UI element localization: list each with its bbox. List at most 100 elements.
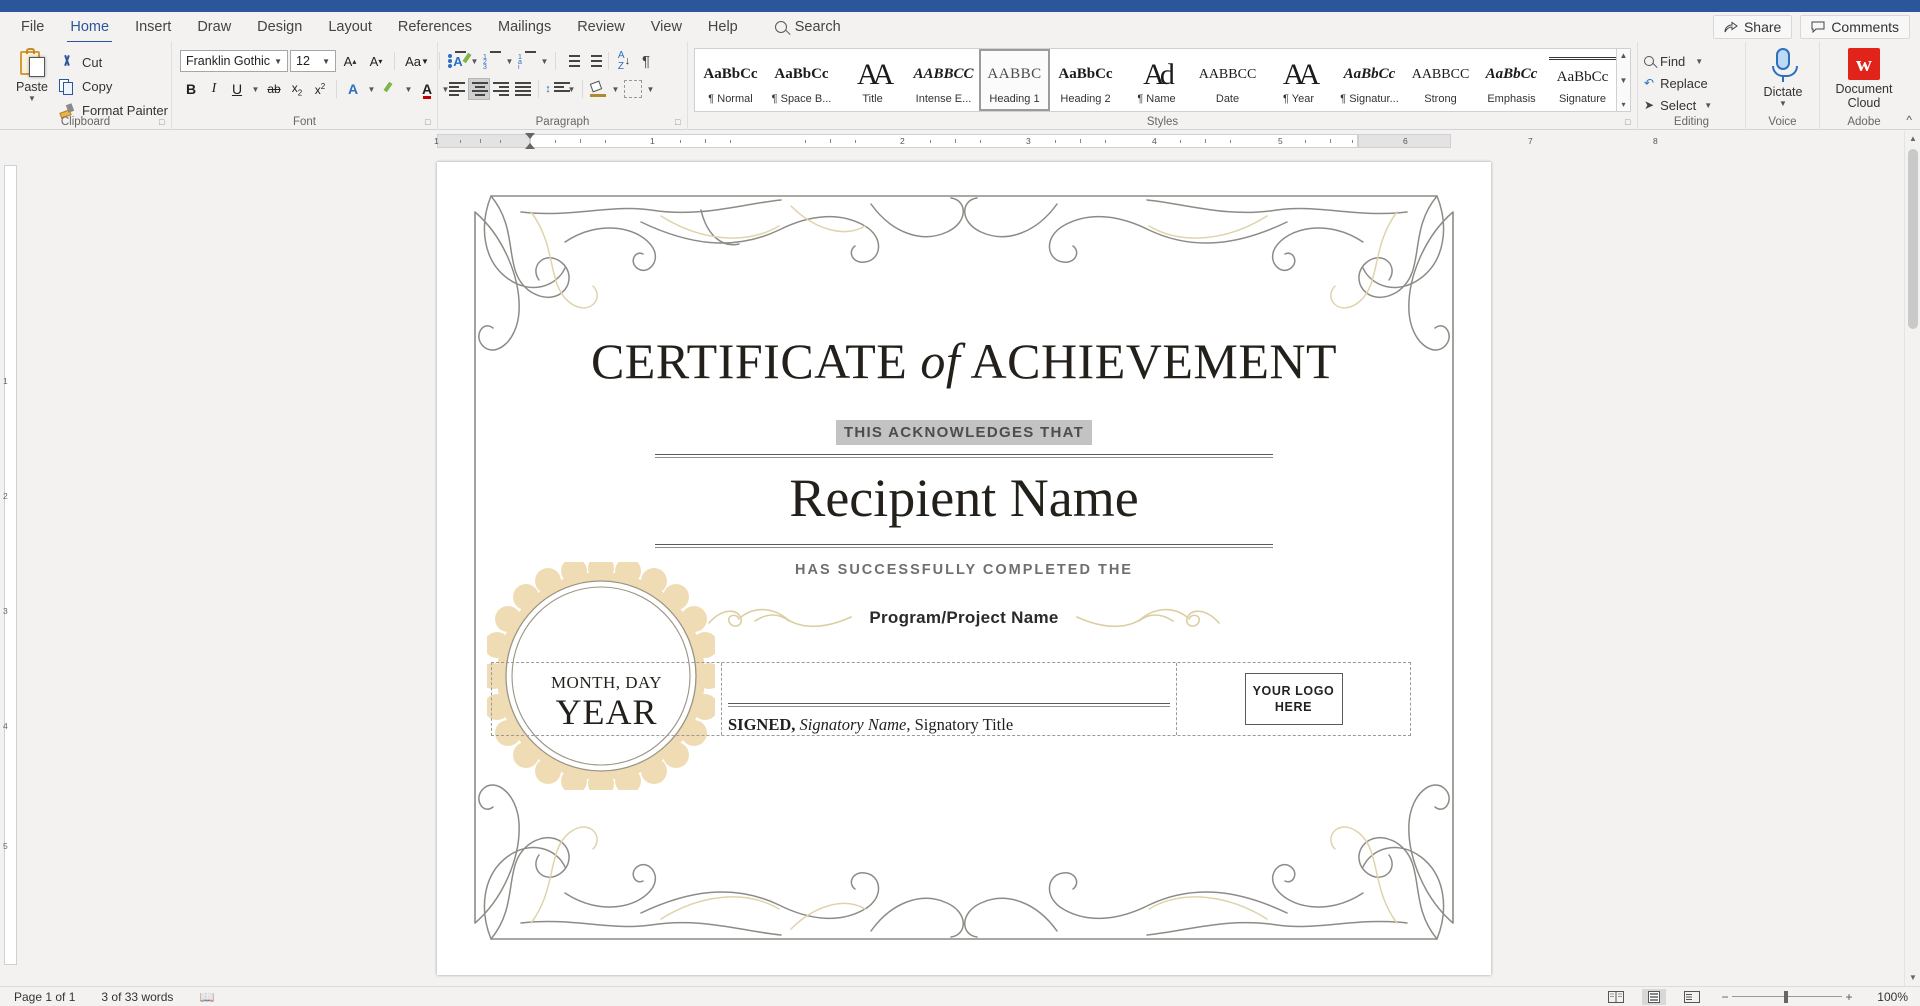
table-cell-date[interactable]: MONTH, DAY YEAR [492, 663, 722, 735]
more-styles-icon[interactable]: ▾ [1621, 100, 1625, 109]
date-month-day[interactable]: MONTH, DAY [492, 673, 721, 693]
style-item-name[interactable]: Ad ¶ Name [1121, 49, 1192, 111]
font-name-combo[interactable]: Franklin Gothic I ▼ [180, 50, 288, 72]
tab-draw[interactable]: Draw [184, 14, 244, 40]
font-color-button[interactable]: A [416, 78, 438, 100]
zoom-out-button[interactable]: − [1718, 990, 1732, 1004]
styles-gallery[interactable]: AaBbCc ¶ Normal AaBbCc ¶ Space B... AA T… [694, 48, 1619, 112]
style-item-signature[interactable]: AaBbCc Signature [1547, 49, 1618, 111]
styles-gallery-scrollbar[interactable]: ▲ ▼ ▾ [1616, 48, 1631, 112]
scroll-down-icon[interactable]: ▼ [1905, 970, 1920, 986]
style-item-date[interactable]: AABBCC Date [1192, 49, 1263, 111]
numbering-dropdown[interactable]: ▼ [503, 50, 516, 72]
chevron-down-icon[interactable]: ▼ [1620, 76, 1628, 85]
numbering-icon[interactable]: 123 [481, 51, 503, 71]
subscript-button[interactable]: x2 [286, 78, 308, 100]
justify-button[interactable] [512, 78, 534, 100]
style-item-space-before[interactable]: AaBbCc ¶ Space B... [766, 49, 837, 111]
style-item-emphasis[interactable]: AaBbCc Emphasis [1476, 49, 1547, 111]
font-dialog-launcher[interactable]: □ [425, 118, 434, 127]
grow-font-button[interactable]: A▴ [338, 50, 362, 72]
select-button[interactable]: ➤ Select ▼ [1638, 94, 1745, 116]
tab-view[interactable]: View [638, 14, 695, 40]
table-cell-logo[interactable]: YOUR LOGO HERE [1177, 663, 1410, 735]
highlight-button[interactable] [379, 78, 401, 100]
shrink-font-button[interactable]: A▾ [364, 50, 388, 72]
program-project-name[interactable]: Program/Project Name [869, 608, 1058, 628]
decrease-indent-icon[interactable] [560, 51, 582, 71]
cut-button[interactable]: Cut [56, 50, 168, 74]
multilevel-dropdown[interactable]: ▼ [538, 50, 551, 72]
find-button[interactable]: Find ▼ [1638, 50, 1745, 72]
view-read-mode-button[interactable] [1604, 989, 1628, 1005]
line-spacing-button[interactable]: ↕ [543, 78, 565, 100]
style-item-heading-2[interactable]: AaBbCc Heading 2 [1050, 49, 1121, 111]
page-indicator[interactable]: Page 1 of 1 [14, 990, 75, 1004]
style-item-normal[interactable]: AaBbCc ¶ Normal [695, 49, 766, 111]
dictate-button[interactable]: Dictate ▼ [1746, 48, 1820, 108]
collapse-ribbon-button[interactable]: ^ [1906, 113, 1912, 127]
zoom-thumb[interactable] [1784, 991, 1788, 1003]
horizontal-ruler[interactable]: 1 1 2 3 4 5 6 7 8 [0, 131, 1920, 151]
style-item-heading-1[interactable]: AABBC Heading 1 [979, 49, 1050, 111]
style-item-title[interactable]: AA Title [837, 49, 908, 111]
document-page[interactable]: CERTIFICATE of ACHIEVEMENT THIS ACKNOWLE… [437, 162, 1491, 975]
scrollbar-thumb[interactable] [1908, 149, 1918, 329]
document-cloud-button[interactable]: w Document Cloud [1820, 48, 1908, 110]
bullets-dropdown[interactable]: ▼ [468, 50, 481, 72]
copy-button[interactable]: Copy [56, 74, 168, 98]
clipboard-dialog-launcher[interactable]: □ [159, 118, 168, 127]
underline-dropdown[interactable]: ▼ [249, 78, 262, 100]
align-left-button[interactable] [446, 78, 468, 100]
paste-button[interactable]: Paste ▼ [8, 48, 56, 103]
bullets-icon[interactable] [446, 51, 468, 71]
chevron-down-icon[interactable]: ▼ [1704, 102, 1712, 110]
date-block[interactable]: MONTH, DAY YEAR [492, 673, 721, 731]
tab-insert[interactable]: Insert [122, 14, 184, 40]
word-count[interactable]: 3 of 33 words [101, 990, 173, 1004]
align-right-button[interactable] [490, 78, 512, 100]
tab-design[interactable]: Design [244, 14, 315, 40]
bold-button[interactable]: B [180, 78, 202, 100]
tab-references[interactable]: References [385, 14, 485, 40]
zoom-track[interactable] [1732, 996, 1842, 998]
show-formatting-marks-icon[interactable]: ¶ [635, 50, 657, 72]
search-box[interactable]: Search [775, 19, 841, 35]
chevron-up-icon[interactable]: ▲ [1620, 51, 1628, 60]
style-item-signature-block[interactable]: AaBbCc ¶ Signatur... [1334, 49, 1405, 111]
replace-button[interactable]: ↶ Replace [1638, 72, 1745, 94]
strikethrough-button[interactable]: ab [263, 78, 285, 100]
chevron-down-icon[interactable]: ▼ [271, 57, 285, 66]
align-center-button[interactable] [468, 78, 490, 100]
superscript-button[interactable]: x2 [309, 78, 331, 100]
styles-dialog-launcher[interactable]: □ [1625, 118, 1634, 127]
style-item-year[interactable]: AA ¶ Year [1263, 49, 1334, 111]
zoom-level[interactable]: 100% [1870, 990, 1908, 1004]
tab-mailings[interactable]: Mailings [485, 14, 564, 40]
italic-button[interactable]: I [203, 78, 225, 100]
table-cell-signature[interactable]: SIGNED, Signatory Name, Signatory Title [722, 663, 1177, 735]
tab-help[interactable]: Help [695, 14, 751, 40]
font-size-combo[interactable]: 12 ▼ [290, 50, 336, 72]
style-item-strong[interactable]: AABBCC Strong [1405, 49, 1476, 111]
multilevel-list-icon[interactable]: 1ai [516, 51, 538, 71]
paragraph-dialog-launcher[interactable]: □ [675, 118, 684, 127]
borders-dropdown[interactable]: ▼ [644, 78, 657, 100]
logo-placeholder[interactable]: YOUR LOGO HERE [1245, 673, 1343, 725]
signature-table[interactable]: MONTH, DAY YEAR SIGNED, Signatory Name, … [491, 662, 1411, 736]
document-scrollbar[interactable]: ▲ ▼ [1904, 131, 1920, 986]
text-effects-button[interactable]: A [342, 78, 364, 100]
zoom-in-button[interactable]: + [1842, 990, 1856, 1004]
shading-button[interactable] [587, 78, 609, 100]
highlight-dropdown[interactable]: ▼ [402, 78, 415, 100]
scroll-up-icon[interactable]: ▲ [1905, 131, 1920, 147]
chevron-down-icon[interactable]: ▼ [1695, 58, 1703, 66]
borders-button[interactable] [622, 78, 644, 100]
tab-review[interactable]: Review [564, 14, 638, 40]
tab-home[interactable]: Home [57, 14, 122, 40]
certificate-title[interactable]: CERTIFICATE of ACHIEVEMENT [437, 332, 1491, 390]
proofing-icon[interactable]: 📖 [199, 990, 214, 1004]
underline-button[interactable]: U [226, 78, 248, 100]
shading-dropdown[interactable]: ▼ [609, 78, 622, 100]
acknowledges-text[interactable]: THIS ACKNOWLEDGES THAT [836, 420, 1092, 445]
